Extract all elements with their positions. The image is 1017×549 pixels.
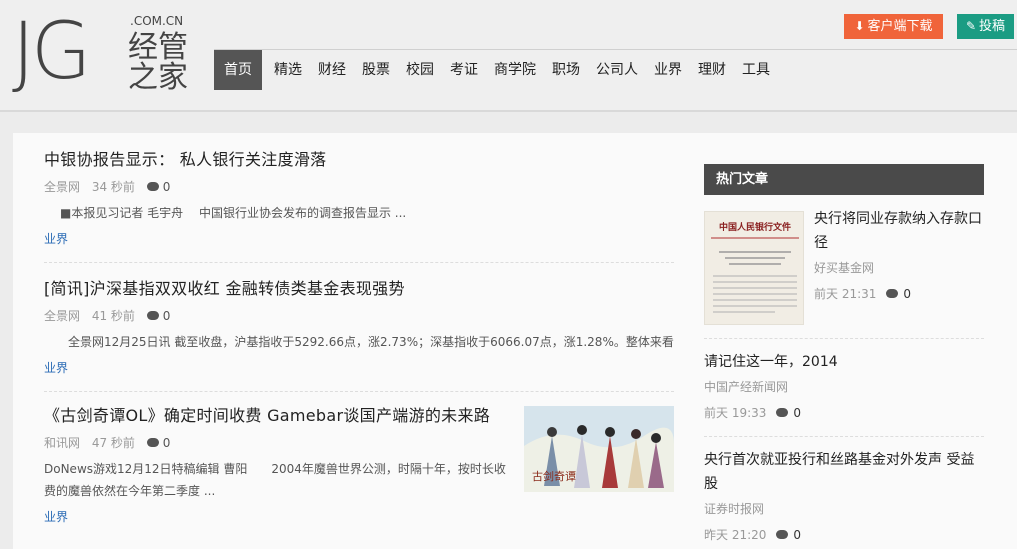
comment-icon [146,438,159,447]
nav-item-stocks[interactable]: 股票 [354,50,398,90]
logo-jg-text: JG [12,7,91,97]
client-download-button[interactable]: ⬇ 客户端下载 [844,14,943,39]
article-comment-count: 0 [162,180,171,194]
article-tag[interactable]: 业界 [44,230,674,247]
thumb-caption: 古剑奇谭 [532,469,576,483]
article-time: 47 秒前 [91,436,135,450]
article-summary: DoNews游戏12月12日特稿编辑 曹阳 2004年魔兽世界公测，时隔十年，按… [44,462,506,498]
nav-item-tools[interactable]: 工具 [734,50,778,90]
nav-item-featured[interactable]: 精选 [266,50,310,90]
sidebar-divider [704,338,984,339]
nav-item-industry[interactable]: 业界 [646,50,690,90]
article-title[interactable]: 中银协报告显示： 私人银行关注度滑落 [44,147,674,173]
sidebar-article-title[interactable]: 央行首次就亚投行和丝路基金对外发声 受益股 [704,448,984,496]
logo-domain-text: .COM.CN [130,14,184,28]
article-meta: 全景网 34 秒前 0 [44,179,674,195]
client-download-label: 客户端下载 [867,19,933,34]
nav-item-corporate[interactable]: 公司人 [588,50,646,90]
sidebar-article-time: 前天 19:33 [704,406,767,420]
logo-cn-line2: 之家 [128,60,188,95]
download-icon: ⬇ [854,19,865,33]
nav-item-finance[interactable]: 财经 [310,50,354,90]
game-artwork-image: 古剑奇谭 [524,406,674,492]
sidebar-article-meta: 前天 19:33 0 [704,404,984,421]
article-divider [44,262,674,263]
article-summary: ■本报见习记者 毛宇舟 中国银行业协会发布的调查报告显示 ... [60,206,407,220]
sidebar-comment-count[interactable]: 0 [793,406,801,420]
article-source: 全景网 [44,180,81,194]
nav-item-wealth[interactable]: 理财 [690,50,734,90]
sidebar-thumbnail[interactable]: 中国人民银行文件 [704,211,804,325]
article-title[interactable]: 《古剑奇谭OL》确定时间收费 Gamebar谈国产端游的未来路 [44,403,510,429]
article-tag[interactable]: 业界 [44,359,674,376]
sidebar-divider [704,436,984,437]
sidebar-comment-count[interactable]: 0 [793,528,801,542]
sidebar-article: 央行首次就亚投行和丝路基金对外发声 受益股 证券时报网 昨天 21:20 0 [704,448,984,543]
article-thumbnail[interactable]: 古剑奇谭 [524,406,674,492]
nav-item-career[interactable]: 职场 [544,50,588,90]
nav-item-exams[interactable]: 考证 [442,50,486,90]
article-title[interactable]: [简讯]沪深基指双双收红 金融转债类基金表现强势 [44,276,674,302]
sidebar-article-meta: 前天 21:31 0 [814,285,986,302]
article-time: 34 秒前 [91,180,135,194]
sidebar-article-time: 前天 21:31 [814,287,877,301]
sidebar-article: 央行将同业存款纳入存款口径 好买基金网 前天 21:31 0 [814,207,986,302]
doc-title-text: 中国人民银行文件 [719,221,791,233]
article-source: 和讯网 [44,436,81,450]
article-comment-count: 0 [162,436,171,450]
article-divider [44,391,674,392]
pencil-icon: ✎ [965,19,977,33]
article-source: 全景网 [44,309,81,323]
article-item: 中银协报告显示： 私人银行关注度滑落 全景网 34 秒前 0 ■本报见习记者 毛… [44,147,674,247]
sidebar-article-title[interactable]: 央行将同业存款纳入存款口径 [814,207,986,255]
sidebar-article-time: 昨天 21:20 [704,528,767,542]
comment-icon [146,311,159,320]
submit-article-button[interactable]: ✎ 投稿 [957,14,1014,39]
article-comments[interactable]: 0 [146,309,179,323]
sidebar-comment-count[interactable]: 0 [903,287,911,301]
sidebar-article: 请记住这一年，2014 中国产经新闻网 前天 19:33 0 [704,350,984,421]
article-tag[interactable]: 业界 [44,508,510,525]
sidebar-article-meta: 昨天 21:20 0 [704,526,984,543]
nav-item-campus[interactable]: 校园 [398,50,442,90]
hot-articles-heading: 热门文章 [704,164,984,195]
sidebar-article-title[interactable]: 请记住这一年，2014 [704,350,984,374]
article-comments[interactable]: 0 [146,180,179,194]
site-logo[interactable]: JG .COM.CN 经管 之家 [12,10,202,95]
comment-icon [776,408,789,417]
main-nav: 首页 精选 财经 股票 校园 考证 商学院 职场 公司人 业界 理财 工具 [214,50,778,90]
article-item: 《古剑奇谭OL》确定时间收费 Gamebar谈国产端游的未来路 和讯网 47 秒… [44,403,510,525]
article-meta: 全景网 41 秒前 0 [44,308,674,324]
article-time: 41 秒前 [91,309,135,323]
nav-item-home[interactable]: 首页 [214,50,262,90]
comment-icon [146,182,159,191]
comment-icon [886,289,899,298]
sidebar-article-source: 好买基金网 [814,261,875,275]
article-item: [简讯]沪深基指双双收红 金融转债类基金表现强势 全景网 41 秒前 0 全景网… [44,276,674,376]
document-image: 中国人民银行文件 [705,212,803,324]
submit-article-label: 投稿 [979,19,1006,34]
sidebar-article-source: 中国产经新闻网 [704,380,789,394]
nav-item-business-school[interactable]: 商学院 [486,50,544,90]
comment-icon [776,530,789,539]
article-summary: 全景网12月25日讯 截至收盘，沪基指收于5292.66点，涨2.73%；深基指… [68,335,674,349]
site-header: JG .COM.CN 经管 之家 ⬇ 客户端下载 ✎ 投稿 首页 精选 财经 股票 … [0,0,1017,112]
article-comment-count: 0 [162,309,171,323]
article-comments[interactable]: 0 [146,436,179,450]
article-meta: 和讯网 47 秒前 0 [44,435,510,451]
sidebar-article-source: 证券时报网 [704,502,765,516]
